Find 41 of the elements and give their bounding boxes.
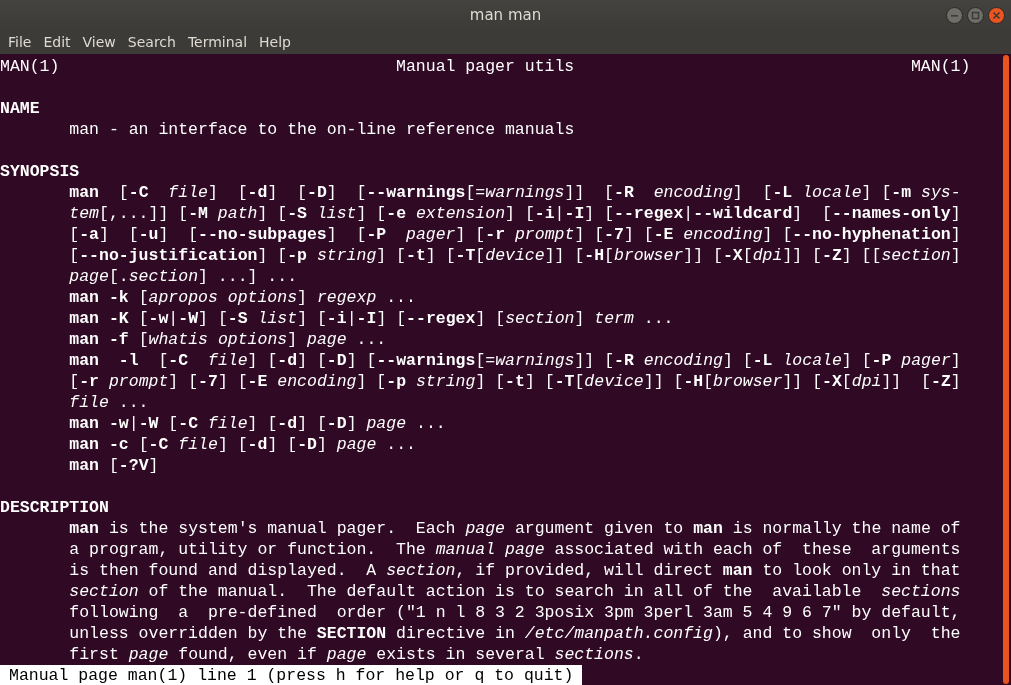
text-line: man [-?V] (68, 455, 159, 476)
text-line: section of the manual. The default action is to search in all of the available sections (68, 581, 961, 602)
menu-item[interactable]: View (76, 34, 122, 50)
text-line: tem[,...]] [-M path] [-S list] [-e extension] [-i|-I] [--regex|--wildcard] [--names-only] (68, 203, 961, 224)
text-line: [--no-justification] [-p string] [-t] [-T[device]] [-H[browser]] [-X[dpi]] [-Z] [[section] (68, 245, 961, 266)
minimize-button[interactable] (946, 6, 963, 24)
menu-item[interactable]: Terminal (181, 34, 254, 50)
text-line: man -f [whatis options] page ... (68, 329, 387, 350)
scrollbar-thumb[interactable] (1003, 55, 1009, 684)
menu-item[interactable]: File (2, 34, 38, 50)
text-line: unless overridden by the SECTION directive in /etc/manpath.config), and to show only the (68, 623, 961, 644)
text-line: [-r prompt] [-7] [-E encoding] [-p string] [-t] [-T[device]] [-H[browser]] [-X[dpi]] [-Z] (68, 371, 961, 392)
section-heading: DESCRIPTION (0, 497, 109, 518)
section-heading: SYNOPSIS (0, 161, 80, 182)
menu-item[interactable]: Help (253, 34, 297, 50)
text-line: following a pre-defined order ("1 n l 8 3 2 3posix 3pm 3perl 3am 5 4 9 6 7" by default, (68, 602, 961, 623)
text-line: man is the system's manual pager. Each page argument given to man is normally the name of (68, 518, 961, 539)
text-line: page[.section] ...] ... (68, 266, 298, 287)
text-line: man -c [-C file] [-d] [-D] page ... (68, 434, 416, 455)
section-heading: NAME (0, 98, 40, 119)
text-line: file ... (68, 392, 149, 413)
menu-item[interactable]: Edit (37, 34, 77, 50)
close-button[interactable] (988, 6, 1005, 24)
page-header-title: MAN(1) (910, 56, 971, 77)
text-line: man [-C file] [-d] [-D] [--warnings[=warnings]] [-R encoding] [-L locale] [-m sys- (68, 182, 961, 203)
page-header-title: MAN(1) (0, 56, 61, 77)
maximize-icon (971, 10, 980, 20)
text-line: is then found and displayed. A section, if provided, will direct man to look only in that (68, 560, 961, 581)
text-line: man -K [-w|-W] [-S list] [-i|-I] [--regex] [section] term ... (68, 308, 674, 329)
window-title: man man (469, 6, 542, 24)
text-line: man -k [apropos options] regexp ... (68, 287, 416, 308)
page-header-center: Manual pager utils (396, 56, 575, 77)
text-line: [-a] [-u] [--no-subpages] [-P pager] [-r prompt] [-7] [-E encoding] [--no-hyphenation] (68, 224, 961, 245)
text-line: man - an interface to the on-line reference manuals (68, 119, 575, 140)
text-line: man -l [-C file] [-d] [-D] [--warnings[=warnings]] [-R encoding] [-L locale] [-P pager] (68, 350, 961, 371)
text-line: a program, utility or function. The manual page associated with each of these arguments (68, 539, 961, 560)
close-icon (992, 10, 1001, 20)
menu-item[interactable]: Search (121, 34, 182, 50)
maximize-button[interactable] (967, 6, 984, 24)
text-line: man -w|-W [-C file] [-d] [-D] page ... (68, 413, 446, 434)
text-line: first page found, even if page exists in several sections. (68, 644, 644, 665)
